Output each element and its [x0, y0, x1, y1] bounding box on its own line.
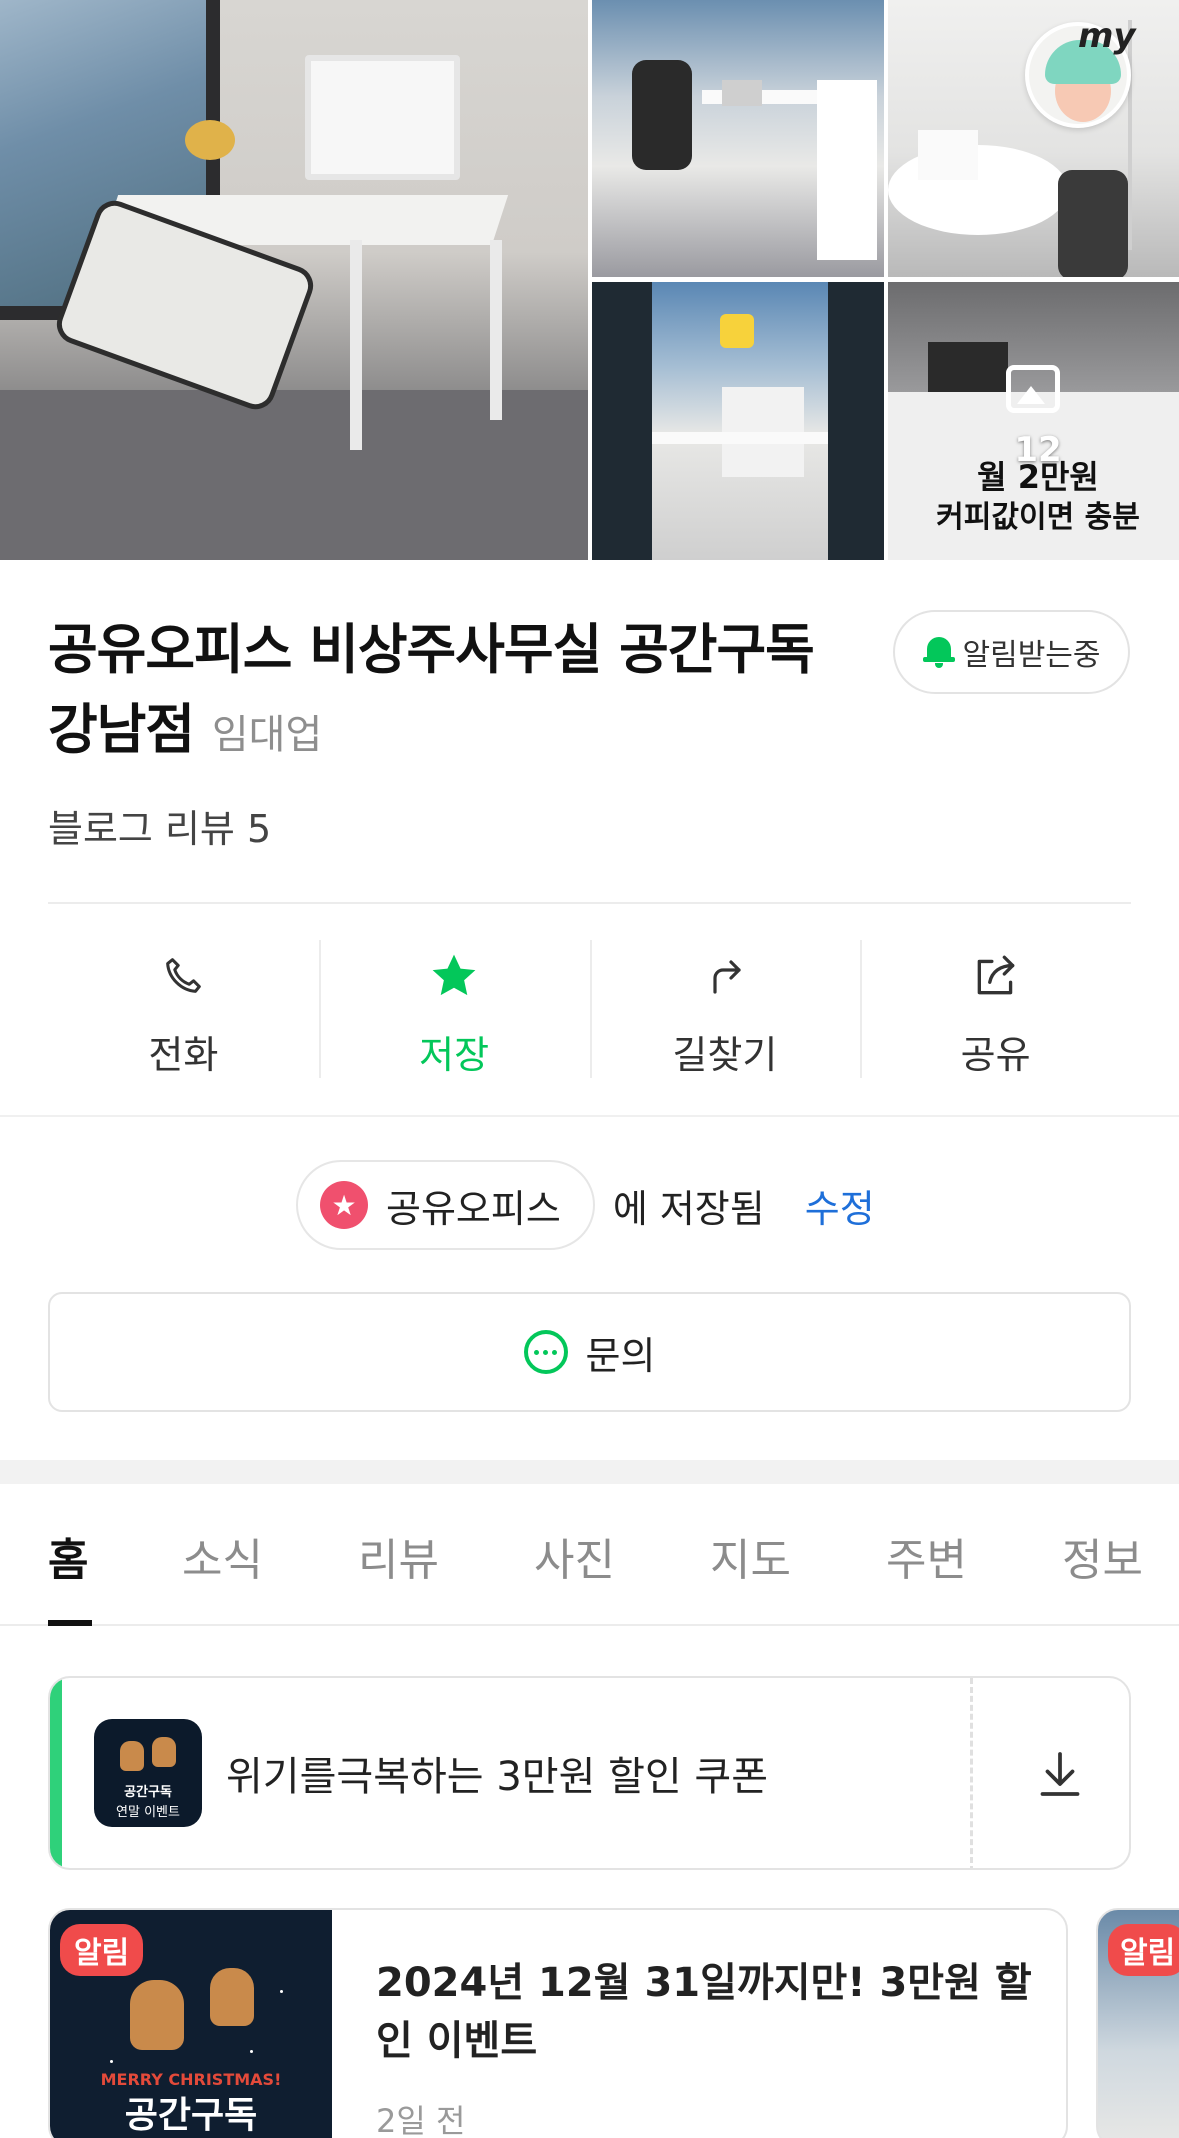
share-icon — [968, 948, 1024, 1004]
save-button[interactable]: 저장 — [318, 940, 590, 1080]
save-label: 저장 — [419, 1033, 490, 1077]
call-button[interactable]: 전화 — [48, 940, 319, 1080]
notification-toggle-button[interactable]: 알림받는중 — [893, 610, 1130, 694]
photo-thumb-1[interactable] — [592, 0, 884, 277]
news-badge-next: 알림 — [1108, 1924, 1179, 1976]
bell-icon — [922, 635, 955, 669]
edit-saved-link[interactable]: 수정 — [805, 1178, 875, 1233]
saved-status-text: 에 저장됨 — [612, 1186, 765, 1231]
tab-home[interactable]: 홈 — [48, 1524, 88, 1588]
saved-star-icon: ★ — [320, 1181, 368, 1229]
download-icon[interactable] — [1030, 1744, 1090, 1804]
tab-news[interactable]: 소식 — [182, 1524, 263, 1588]
section-spacer — [0, 1460, 1179, 1484]
tab-reviews[interactable]: 리뷰 — [358, 1524, 439, 1588]
directions-button[interactable]: 길찾기 — [589, 940, 861, 1080]
tab-info[interactable]: 정보 — [1062, 1524, 1143, 1588]
coupon-thumb-subtitle: 연말 이벤트 — [116, 1805, 180, 1820]
place-name-line2: 강남점 — [48, 698, 195, 761]
news-time: 2일 전 — [376, 2102, 466, 2138]
photo-thumb-3[interactable] — [592, 282, 884, 560]
place-category: 임대업 — [211, 712, 323, 758]
ad-text-coffee: 커피값이면 충분 — [936, 500, 1140, 535]
tab-nearby[interactable]: 주변 — [886, 1524, 967, 1588]
notification-label: 알림받는중 — [962, 638, 1101, 673]
main-photo[interactable] — [0, 0, 588, 560]
directions-icon — [697, 948, 753, 1004]
inquiry-button[interactable]: 문의 — [48, 1292, 1131, 1412]
divider — [48, 902, 1131, 904]
chat-bubble-icon — [523, 1330, 568, 1374]
news-badge: 알림 — [60, 1924, 144, 1976]
saved-list-chip[interactable]: ★ 공유오피스 — [296, 1160, 595, 1250]
place-detail-page: 12 월 2만원 커피값이면 충분 my 공유오피스 비상주사무실 공간구독 강… — [0, 0, 1179, 2138]
coupon-thumbnail: 공간구독 연말 이벤트 — [94, 1719, 202, 1827]
coupon-thumb-title: 공간구독 — [124, 1785, 172, 1800]
blog-review-count[interactable]: 블로그 리뷰 5 — [48, 798, 271, 853]
saved-list-row: ★ 공유오피스 에 저장됨 수정 — [296, 1160, 875, 1250]
coupon-title: 위기를극복하는 3만원 할인 쿠폰 — [226, 1754, 768, 1800]
share-label: 공유 — [960, 1033, 1031, 1077]
news-card[interactable]: MERRY CHRISTMAS! 공간구독 알림 2024년 12월 31일까지… — [48, 1908, 1068, 2138]
photo-thumb-more[interactable]: 12 월 2만원 커피값이면 충분 — [888, 282, 1179, 560]
saved-list-name: 공유오피스 — [386, 1186, 561, 1231]
news-image-brand: 공간구독 — [124, 2095, 258, 2136]
phone-icon — [155, 948, 211, 1004]
tab-bar: 홈 소식 리뷰 사진 지도 주변 정보 — [0, 1484, 1179, 1626]
share-button[interactable]: 공유 — [860, 940, 1131, 1080]
active-tab-indicator — [48, 1620, 92, 1626]
my-badge-label[interactable]: my — [1078, 16, 1136, 56]
call-label: 전화 — [148, 1033, 219, 1077]
tab-photos[interactable]: 사진 — [534, 1524, 615, 1588]
action-bar: 전화 저장 길찾기 공유 — [48, 940, 1131, 1080]
directions-label: 길찾기 — [672, 1033, 778, 1077]
star-icon — [426, 948, 482, 1004]
place-title: 공유오피스 비상주사무실 공간구독 강남점 임대업 — [48, 610, 848, 775]
photo-gallery-icon — [1006, 365, 1060, 413]
photo-gallery[interactable]: 12 월 2만원 커피값이면 충분 my — [0, 0, 1179, 560]
inquiry-label: 문의 — [585, 1333, 656, 1378]
section-divider — [0, 1115, 1179, 1117]
coupon-card[interactable]: 공간구독 연말 이벤트 위기를극복하는 3만원 할인 쿠폰 — [48, 1676, 1131, 1870]
place-name-line1: 공유오피스 비상주사무실 공간구독 — [48, 618, 815, 681]
tab-map[interactable]: 지도 — [710, 1524, 791, 1588]
news-card-next[interactable]: 알림 — [1096, 1908, 1179, 2138]
news-title: 2024년 12월 31일까지만! 3만원 할인 이벤트 — [376, 1960, 1032, 2064]
